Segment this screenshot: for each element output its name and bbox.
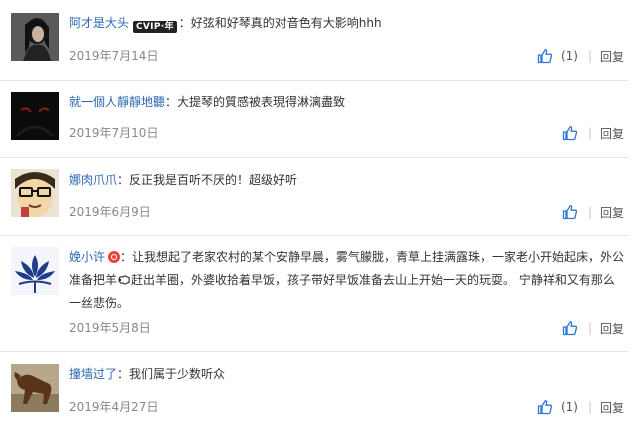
like-count: (1) — [560, 400, 578, 414]
like-button[interactable] — [562, 320, 578, 336]
comment-actions: | 回复 — [562, 319, 624, 337]
comment-text: 大提琴的質感被表現得淋漓盡致 — [177, 95, 346, 109]
separator: | — [587, 321, 592, 335]
avatar[interactable] — [11, 169, 59, 217]
comment-meta: 2019年7月14日 (1) | 回复 — [69, 47, 624, 65]
comment-text: 我们属于少数听众 — [129, 367, 226, 381]
like-count: (1) — [560, 49, 578, 63]
vip-badge-icon: CVIP·年 — [133, 21, 177, 33]
comment-text: 好弦和好琴真的对音色有大影响hhh — [190, 16, 382, 30]
like-button[interactable]: (1) — [537, 399, 578, 415]
avatar-image — [11, 13, 59, 61]
comment-body: 娩小许 ：让我想起了老家农村的某个安静早晨，雾气朦胧，青草上挂满露珠，一家老小开始… — [69, 246, 625, 315]
avatar-image — [11, 92, 59, 140]
comment-actions: | 回复 — [562, 203, 624, 221]
separator: | — [587, 49, 592, 63]
username-link[interactable]: 娜肉爪爪 — [69, 173, 117, 187]
separator: | — [587, 126, 592, 140]
comment-body: 阿才是大头 CVIP·年 ：好弦和好琴真的对音色有大影响hhh — [69, 12, 625, 35]
divider — [0, 80, 628, 81]
comment-meta: 2019年6月9日 | 回复 — [69, 203, 624, 221]
avatar[interactable] — [11, 364, 59, 412]
reply-link[interactable]: 回复 — [600, 48, 624, 65]
avatar-image — [11, 364, 59, 412]
comment-actions: | 回复 — [562, 124, 624, 142]
vip-badge-icon — [108, 251, 121, 263]
colon: ： — [117, 173, 130, 187]
colon: ： — [117, 367, 130, 381]
colon: ： — [120, 250, 133, 264]
separator: | — [587, 205, 592, 219]
comment-date: 2019年7月14日 — [69, 49, 159, 63]
like-button[interactable] — [562, 125, 578, 141]
divider — [0, 235, 628, 236]
comment-date: 2019年4月27日 — [69, 400, 159, 414]
comment-date: 2019年5月8日 — [69, 321, 151, 335]
thumbs-up-icon — [562, 126, 578, 141]
comment-text-part2: 赶出羊圈，外婆收拾着早饭，孩子带好早饭准备去山上开始一天的玩耍。 宁静祥和又有那… — [69, 273, 615, 310]
comment-date: 2019年7月10日 — [69, 126, 159, 140]
comment-actions: (1) | 回复 — [537, 398, 624, 416]
username-link[interactable]: 就一個人靜靜地聽 — [69, 95, 165, 109]
comment-body: 娜肉爪爪：反正我是百听不厌的！超级好听 — [69, 169, 625, 192]
avatar[interactable] — [11, 92, 59, 140]
comment-meta: 2019年5月8日 | 回复 — [69, 319, 624, 337]
comment-meta: 2019年7月10日 | 回复 — [69, 124, 624, 142]
comment-meta: 2019年4月27日 (1) | 回复 — [69, 398, 624, 416]
avatar[interactable] — [11, 247, 59, 295]
username-link[interactable]: 娩小许 — [69, 250, 105, 264]
username-link[interactable]: 阿才是大头 — [69, 16, 129, 30]
reply-link[interactable]: 回复 — [600, 320, 624, 337]
comment-body: 就一個人靜靜地聽：大提琴的質感被表現得淋漓盡致 — [69, 91, 625, 114]
thumbs-up-icon — [562, 205, 578, 220]
separator: | — [587, 400, 592, 414]
comment-actions: (1) | 回复 — [537, 47, 624, 65]
colon: ： — [178, 16, 191, 30]
divider — [0, 351, 628, 352]
username-link[interactable]: 撞墙过了 — [69, 367, 117, 381]
comment-list: 阿才是大头 CVIP·年 ：好弦和好琴真的对音色有大影响hhh 2019年7月14日… — [0, 0, 640, 430]
comment-body: 撞墙过了：我们属于少数听众 — [69, 363, 625, 386]
avatar[interactable] — [11, 13, 59, 61]
avatar-image — [11, 169, 59, 217]
divider — [0, 157, 628, 158]
comment-date: 2019年6月9日 — [69, 205, 151, 219]
thumbs-up-icon — [537, 49, 553, 64]
sheep-emoji-icon — [118, 275, 130, 285]
avatar-image — [11, 247, 59, 295]
comment-text: 反正我是百听不厌的！超级好听 — [129, 173, 298, 187]
reply-link[interactable]: 回复 — [600, 204, 624, 221]
like-button[interactable]: (1) — [537, 48, 578, 64]
reply-link[interactable]: 回复 — [600, 125, 624, 142]
thumbs-up-icon — [537, 400, 553, 415]
like-button[interactable] — [562, 204, 578, 220]
colon: ： — [165, 95, 178, 109]
thumbs-up-icon — [562, 321, 578, 336]
reply-link[interactable]: 回复 — [600, 399, 624, 416]
